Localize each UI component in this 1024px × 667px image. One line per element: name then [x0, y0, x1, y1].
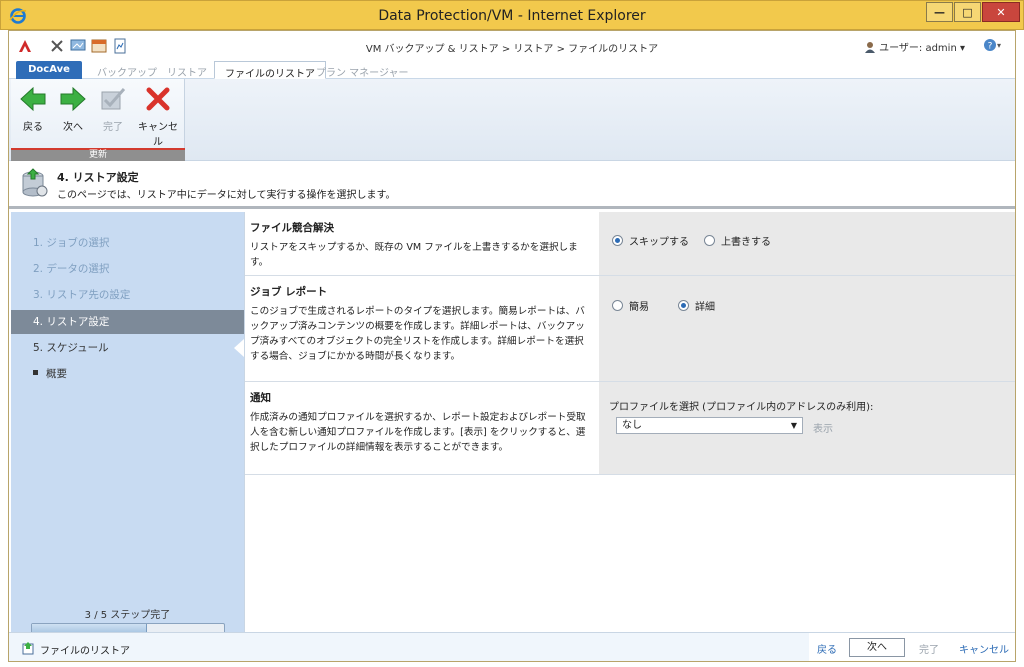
ribbon-group-label: 更新: [11, 148, 185, 161]
section-file-conflict-options: スキップする 上書きする: [599, 212, 1015, 275]
window-titlebar: Data Protection/VM - Internet Explorer —…: [0, 0, 1024, 30]
tab-plan-manager[interactable]: プラン マネージャー: [306, 61, 418, 79]
page-description: このページでは、リストア中にデータに対して実行する操作を選択します。: [57, 190, 396, 201]
user-icon: [865, 42, 876, 53]
step-select-job[interactable]: 1. ジョブの選択: [11, 231, 244, 255]
window-title: Data Protection/VM - Internet Explorer: [378, 8, 646, 24]
view-profile-link[interactable]: 表示: [813, 420, 833, 435]
progress-text: 3 / 5 ステップ完了: [84, 610, 171, 621]
checkmark-icon: [101, 88, 126, 110]
step-select-data[interactable]: 2. データの選択: [11, 257, 244, 281]
section-notification-info: 通知 作成済みの通知プロファイルを選択するか、レポート設定およびレポート受取人を…: [245, 382, 599, 474]
svg-text:?: ?: [988, 42, 993, 52]
radio-detailed-indicator: [678, 300, 689, 311]
back-arrow-icon: [20, 86, 46, 112]
help-caret: ▾: [997, 41, 1002, 50]
app-toolbar: VM バックアップ & リストア > リストア > ファイルのリストア ユーザー…: [9, 31, 1015, 61]
help-icon: ?: [984, 39, 996, 52]
section-file-conflict-title: ファイル競合解決: [250, 222, 334, 234]
section-notification-description: 作成済みの通知プロファイルを選択するか、レポート設定およびレポート受取人を含む新…: [250, 412, 586, 453]
profile-select-label: プロファイルを選択 (プロファイル内のアドレスのみ利用):: [609, 402, 874, 413]
tab-backup[interactable]: バックアップ: [87, 61, 167, 79]
ribbon: 戻る 次へ 完了 キャンセル 更新: [9, 79, 1015, 161]
tab-docave[interactable]: DocAve: [16, 61, 82, 79]
user-label: ユーザー: admin ▾: [879, 43, 965, 54]
next-button[interactable]: 次へ: [53, 85, 93, 133]
next-arrow-icon: [60, 86, 86, 112]
close-button[interactable]: ✕: [982, 2, 1020, 22]
radio-overwrite[interactable]: 上書きする: [704, 233, 771, 248]
section-job-report: ジョブ レポート このジョブで生成されるレポートのタイプを選択します。簡易レポー…: [245, 276, 1015, 382]
cancel-label: キャンセル: [138, 122, 178, 148]
active-step-pointer: [234, 339, 244, 357]
section-file-conflict: ファイル競合解決 リストアをスキップするか、既存の VM ファイルを上書きするか…: [245, 212, 1015, 276]
browser-content: VM バックアップ & リストア > リストア > ファイルのリストア ユーザー…: [8, 30, 1016, 662]
tab-restore[interactable]: リストア: [157, 61, 217, 79]
ribbon-group-update: 戻る 次へ 完了 キャンセル 更新: [11, 79, 185, 161]
footer-label: ファイルのリストア: [40, 646, 130, 657]
radio-detailed[interactable]: 詳細: [678, 298, 715, 313]
radio-simple-label: 簡易: [629, 302, 649, 313]
section-notification: 通知 作成済みの通知プロファイルを選択するか、レポート設定およびレポート受取人を…: [245, 382, 1015, 475]
restore-settings-icon: [22, 168, 48, 197]
file-restore-icon: [22, 642, 34, 655]
section-notification-options: プロファイルを選択 (プロファイル内のアドレスのみ利用): なし ▼ 表示: [599, 382, 1015, 474]
footer-bar: ファイルのリストア 戻る 次へ 完了 キャンセル: [9, 632, 1015, 661]
section-job-report-info: ジョブ レポート このジョブで生成されるレポートのタイプを選択します。簡易レポー…: [245, 276, 599, 381]
section-file-conflict-description: リストアをスキップするか、既存の VM ファイルを上書きするかを選択します。: [250, 242, 578, 268]
cancel-button[interactable]: キャンセル: [135, 85, 181, 148]
section-notification-title: 通知: [250, 392, 271, 404]
profile-select-value: なし: [622, 420, 642, 431]
finish-label: 完了: [103, 122, 123, 133]
footer-back-button[interactable]: 戻る: [817, 641, 837, 656]
step-restore-settings[interactable]: 4. リストア設定: [11, 310, 244, 334]
main-content: ファイル競合解決 リストアをスキップするか、既存の VM ファイルを上書きするか…: [234, 212, 1015, 632]
footer-divider: [789, 633, 809, 661]
step-schedule[interactable]: 5. スケジュール: [11, 336, 244, 360]
back-label: 戻る: [23, 122, 43, 133]
radio-detailed-label: 詳細: [695, 302, 715, 313]
maximize-button[interactable]: □: [954, 2, 981, 22]
radio-simple[interactable]: 簡易: [612, 298, 649, 313]
dropdown-caret-icon: ▼: [790, 421, 797, 430]
section-file-conflict-info: ファイル競合解決 リストアをスキップするか、既存の VM ファイルを上書きするか…: [245, 212, 599, 275]
next-label: 次へ: [63, 122, 83, 133]
page-header: 4. リストア設定 このページでは、リストア中にデータに対して実行する操作を選択…: [9, 162, 1015, 209]
help-menu[interactable]: ? ▾: [983, 38, 1007, 54]
step-destination[interactable]: 3. リストア先の設定: [11, 283, 244, 307]
cancel-x-icon: [146, 87, 170, 111]
radio-skip-label: スキップする: [629, 237, 689, 248]
step-overview-label: 概要: [46, 368, 67, 380]
radio-skip[interactable]: スキップする: [612, 233, 689, 248]
radio-simple-indicator: [612, 300, 623, 311]
finish-button[interactable]: 完了: [93, 85, 133, 133]
radio-overwrite-label: 上書きする: [721, 237, 771, 248]
section-job-report-options: 簡易 詳細: [599, 276, 1015, 381]
wizard-steps: 1. ジョブの選択 2. データの選択 3. リストア先の設定 4. リストア設…: [11, 212, 244, 640]
page-title: 4. リストア設定: [57, 171, 139, 184]
radio-skip-indicator: [612, 235, 623, 246]
back-button[interactable]: 戻る: [13, 85, 53, 133]
radio-overwrite-indicator: [704, 235, 715, 246]
section-job-report-description: このジョブで生成されるレポートのタイプを選択します。簡易レポートは、バックアップ…: [250, 306, 585, 362]
user-menu[interactable]: ユーザー: admin ▾: [864, 39, 965, 54]
footer-finish-button[interactable]: 完了: [919, 641, 939, 656]
section-job-report-title: ジョブ レポート: [250, 286, 328, 298]
tab-bar: DocAve バックアップ リストア ファイルのリストア プラン マネージャー: [9, 61, 1015, 80]
profile-select[interactable]: なし ▼: [616, 417, 803, 434]
footer-cancel-button[interactable]: キャンセル: [959, 641, 1009, 656]
footer-next-button[interactable]: 次へ: [849, 638, 905, 657]
minimize-button[interactable]: —: [926, 2, 953, 22]
bullet-icon: [33, 370, 38, 375]
step-overview[interactable]: 概要: [11, 362, 244, 386]
